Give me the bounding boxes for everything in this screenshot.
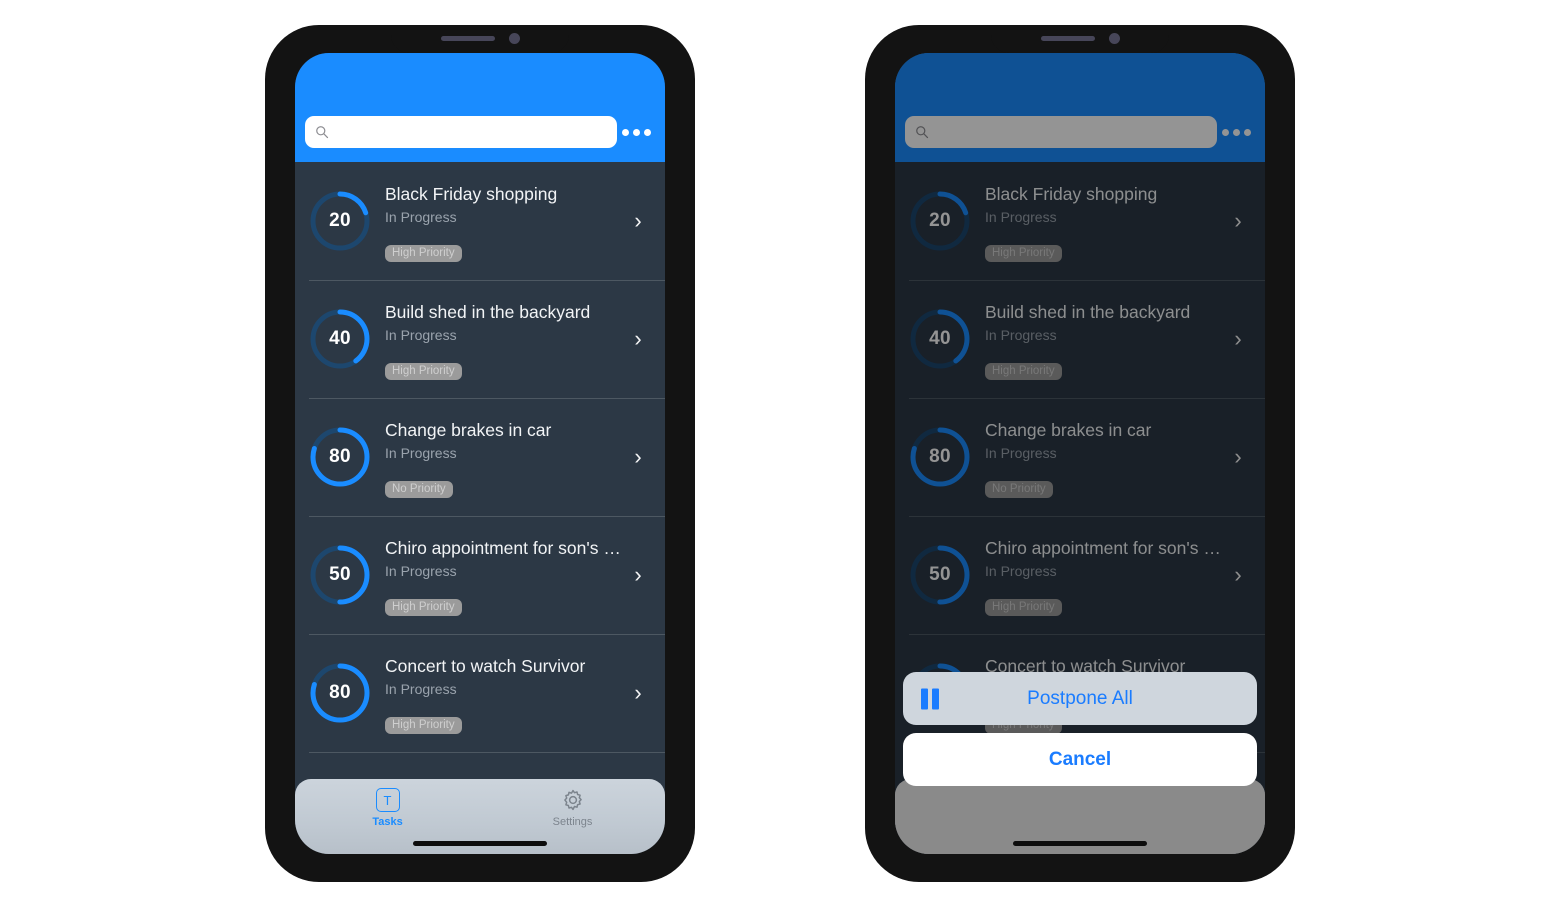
tab-settings-label: Settings [552,816,593,828]
progress-ring: 80 [309,662,371,724]
ellipsis-icon-dot [632,128,640,136]
screenshot-stage: 20 Black Friday shopping In Progress High P… [0,0,1559,907]
task-chevron-icon[interactable]: › [627,208,649,234]
tasks-icon: T [375,787,401,813]
task-status: In Progress [385,680,457,697]
tab-tasks-label: Tasks [372,816,403,828]
tab-settings[interactable]: Settings [480,787,665,828]
earpiece-speaker [1040,35,1095,41]
postpone-all-label: Postpone All [1027,687,1133,709]
phone-notch [991,25,1169,53]
cancel-label: Cancel [1048,748,1112,770]
tab-bar: T Tasks Settings [295,779,665,854]
tasks-icon-letter: T [375,788,400,812]
priority-badge: High Priority [385,716,462,735]
progress-ring: 50 [309,544,371,606]
pause-icon [921,688,939,709]
task-row[interactable]: 20 Black Friday shopping In Progress High P… [295,162,665,280]
progress-ring: 20 [309,190,371,252]
phone-left: 20 Black Friday shopping In Progress High P… [265,25,695,882]
search-icon [316,126,329,139]
progress-ring: 40 [309,308,371,370]
task-chevron-icon[interactable]: › [627,444,649,470]
progress-ring: 80 [309,426,371,488]
search-bar[interactable] [305,116,617,148]
gear-icon [560,787,586,813]
progress-value: 80 [329,446,351,467]
phone-right: 20 Black Friday shopping In Progress High P… [865,25,1295,882]
action-sheet: Postpone All Cancel [895,672,1265,854]
search-header [295,53,665,162]
task-row[interactable]: 50 Chiro appointment for son's c… In Progr… [295,516,665,634]
task-status: In Progress [385,444,457,461]
tab-tasks[interactable]: T Tasks [295,787,480,828]
progress-value: 80 [329,682,351,703]
ellipsis-icon-dot [621,128,629,136]
cancel-button[interactable]: Cancel [903,733,1257,786]
task-row[interactable]: 40 Build shed in the backyard In Progress H… [295,280,665,398]
postpone-all-button[interactable]: Postpone All [903,672,1257,725]
ellipsis-icon-dot [643,128,651,136]
front-camera [1108,32,1120,44]
earpiece-speaker [440,35,495,41]
search-input[interactable] [329,116,607,148]
task-row[interactable]: 80 Change brakes in car In Progress No Prio… [295,398,665,516]
task-chevron-icon[interactable]: › [627,680,649,706]
home-indicator [413,841,547,846]
task-status: In Progress [385,326,457,343]
task-title: Change brakes in car [385,419,552,440]
priority-badge: High Priority [385,598,462,617]
task-title: Chiro appointment for son's c… [385,537,627,558]
action-sheet-bottom-spacer [903,786,1257,854]
task-title: Concert to watch Survivor [385,655,586,676]
task-status: In Progress [385,562,457,579]
phone-right-screen: 20 Black Friday shopping In Progress High P… [895,53,1265,854]
phone-notch [391,25,569,53]
task-status: In Progress [385,208,457,225]
progress-value: 40 [329,328,351,349]
priority-badge: No Priority [385,480,453,499]
task-title: Build shed in the backyard [385,301,591,322]
front-camera [508,32,520,44]
priority-badge: High Priority [385,362,462,381]
task-chevron-icon[interactable]: › [627,562,649,588]
priority-badge: High Priority [385,244,462,263]
phone-left-screen: 20 Black Friday shopping In Progress High P… [295,53,665,854]
progress-value: 50 [329,564,351,585]
task-row[interactable]: 80 Concert to watch Survivor In Progress Hi… [295,634,665,752]
progress-value: 20 [329,210,351,231]
task-chevron-icon[interactable]: › [627,326,649,352]
task-list[interactable]: 20 Black Friday shopping In Progress High P… [295,162,665,854]
more-options-button[interactable] [617,116,655,148]
action-sheet-actions: Postpone All [903,672,1257,725]
task-title: Black Friday shopping [385,183,558,204]
